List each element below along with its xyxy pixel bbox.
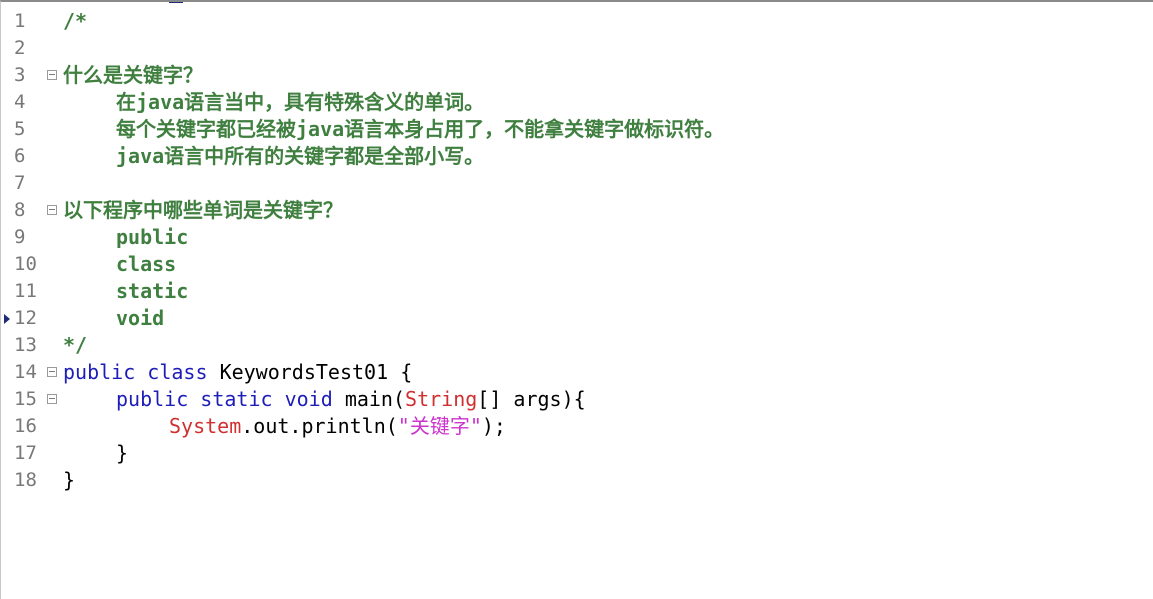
close-brace: }	[63, 468, 76, 492]
line-number-gutter: 1 2 3 4 5 6 7 8 9 10 11 12 13 14 15 16 1…	[1, 8, 61, 494]
gutter-line-18: 18	[1, 467, 61, 494]
open-brace: {	[400, 360, 413, 384]
code-line-14[interactable]: public class KeywordsTest01 {	[63, 359, 1153, 386]
comment-keyword: static	[116, 279, 189, 303]
gutter-line-6: 6	[1, 143, 61, 170]
method-params: [] args){	[477, 387, 586, 411]
comment-close: */	[63, 333, 88, 357]
tab-indicator	[169, 2, 183, 3]
code-editor[interactable]: 1 2 3 4 5 6 7 8 9 10 11 12 13 14 15 16 1…	[0, 0, 1153, 599]
code-line-13[interactable]: */	[63, 332, 1153, 359]
gutter-line-12: 12	[1, 305, 61, 332]
line-number: 7	[14, 172, 26, 194]
gutter-line-10: 10	[1, 251, 61, 278]
fold-collapse-icon[interactable]	[47, 205, 57, 215]
gutter-line-13: 13	[1, 332, 61, 359]
code-line-15[interactable]: public static void main(String[] args){	[63, 386, 1153, 413]
code-line-3[interactable]: 什么是关键字？	[63, 62, 1153, 89]
gutter-line-17: 17	[1, 440, 61, 467]
keyword-class: class	[147, 360, 208, 384]
line-number: 6	[14, 145, 26, 167]
line-number: 3	[14, 64, 26, 86]
comment-text: 在java语言当中，具有特殊含义的单词。	[116, 90, 485, 114]
line-number: 4	[14, 91, 26, 113]
line-number: 18	[14, 469, 37, 491]
gutter-line-9: 9	[1, 224, 61, 251]
code-line-6[interactable]: java语言中所有的关键字都是全部小写。	[63, 143, 1153, 170]
code-line-8[interactable]: 以下程序中哪些单词是关键字？	[63, 197, 1153, 224]
line-number: 10	[14, 253, 37, 275]
line-number: 15	[14, 388, 37, 410]
line-number: 14	[14, 361, 37, 383]
code-area[interactable]: /* 什么是关键字？ 在java语言当中，具有特殊含义的单词。 每个关键字都已经…	[63, 8, 1153, 494]
code-line-2[interactable]	[63, 35, 1153, 62]
keyword-public: public	[63, 360, 136, 384]
gutter-line-16: 16	[1, 413, 61, 440]
type-string: String	[405, 387, 478, 411]
fold-collapse-icon[interactable]	[47, 394, 57, 404]
line-number: 16	[14, 415, 37, 437]
comment-keyword: void	[116, 306, 165, 330]
line-number: 11	[14, 280, 37, 302]
close-brace: }	[116, 441, 129, 465]
gutter-line-3: 3	[1, 62, 61, 89]
code-line-1[interactable]: /*	[63, 8, 1153, 35]
line-number: 13	[14, 334, 37, 356]
method-call: .out.println(	[241, 414, 398, 438]
current-line-marker-icon	[4, 314, 10, 324]
code-line-11[interactable]: static	[63, 278, 1153, 305]
gutter-line-1: 1	[1, 8, 61, 35]
comment-text: java语言中所有的关键字都是全部小写。	[116, 144, 485, 168]
string-literal: "关键字"	[397, 414, 482, 438]
type-system: System	[169, 414, 242, 438]
line-number: 8	[14, 199, 26, 221]
keyword-public: public	[116, 387, 189, 411]
comment-keyword: public	[116, 225, 189, 249]
line-number: 12	[14, 307, 37, 329]
gutter-line-15: 15	[1, 386, 61, 413]
code-line-10[interactable]: class	[63, 251, 1153, 278]
code-line-4[interactable]: 在java语言当中，具有特殊含义的单词。	[63, 89, 1153, 116]
method-name: main(	[344, 387, 406, 411]
gutter-line-5: 5	[1, 116, 61, 143]
comment-heading-1: 什么是关键字？	[63, 63, 203, 87]
code-line-17[interactable]: }	[63, 440, 1153, 467]
code-line-18[interactable]: }	[63, 467, 1153, 494]
gutter-line-7: 7	[1, 170, 61, 197]
fold-collapse-icon[interactable]	[47, 367, 57, 377]
line-number: 5	[14, 118, 26, 140]
comment-text: 每个关键字都已经被java语言本身占用了，不能拿关键字做标识符。	[116, 117, 725, 141]
gutter-line-2: 2	[1, 35, 61, 62]
comment-keyword: class	[116, 252, 177, 276]
comment-heading-2: 以下程序中哪些单词是关键字？	[63, 198, 343, 222]
comment-open: /*	[63, 9, 88, 33]
line-number: 9	[14, 226, 26, 248]
code-line-7[interactable]	[63, 170, 1153, 197]
gutter-line-14: 14	[1, 359, 61, 386]
keyword-void: void	[284, 387, 333, 411]
code-line-16[interactable]: System.out.println("关键字");	[63, 413, 1153, 440]
code-line-5[interactable]: 每个关键字都已经被java语言本身占用了，不能拿关键字做标识符。	[63, 116, 1153, 143]
line-number: 1	[14, 10, 26, 32]
gutter-line-8: 8	[1, 197, 61, 224]
line-number: 17	[14, 442, 37, 464]
gutter-line-11: 11	[1, 278, 61, 305]
line-number: 2	[14, 37, 26, 59]
fold-collapse-icon[interactable]	[47, 70, 57, 80]
class-name: KeywordsTest01	[219, 360, 389, 384]
keyword-static: static	[200, 387, 273, 411]
gutter-line-4: 4	[1, 89, 61, 116]
statement-end: );	[481, 414, 506, 438]
code-line-12[interactable]: void	[63, 305, 1153, 332]
code-line-9[interactable]: public	[63, 224, 1153, 251]
